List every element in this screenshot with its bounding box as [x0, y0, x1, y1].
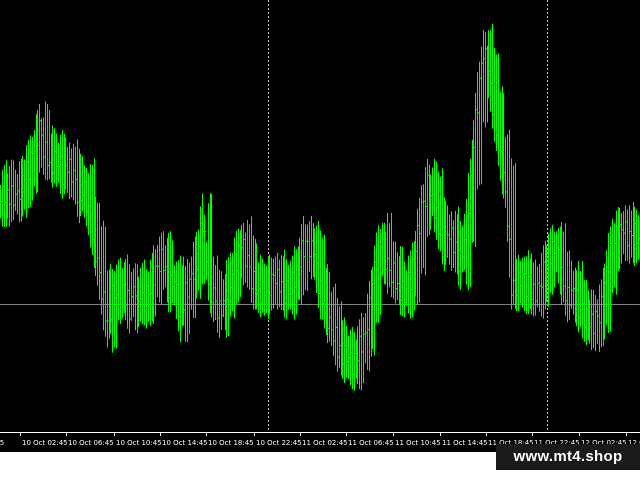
time-tick-label: 11 Oct 14:45: [442, 439, 488, 447]
time-tick-label: 11 Oct 02:45: [302, 439, 348, 447]
price-chart[interactable]: [0, 0, 640, 452]
time-tick-label: 10 Oct 02:45: [22, 439, 68, 447]
time-tick-label: 10 Oct 10:45: [116, 439, 162, 447]
time-tick-label: 11 Oct 10:45: [395, 439, 441, 447]
time-tick-label: 10 Oct 06:45: [68, 439, 114, 447]
time-tick-label: 10 Oct 22:45: [256, 439, 302, 447]
time-tick-label: 10 Oct 14:45: [162, 439, 208, 447]
time-tick-label: 16:45: [0, 439, 4, 447]
watermark-badge: www.mt4.shop: [496, 444, 640, 470]
time-tick-label: 10 Oct 18:45: [208, 439, 254, 447]
time-tick-label: 11 Oct 06:45: [348, 439, 394, 447]
